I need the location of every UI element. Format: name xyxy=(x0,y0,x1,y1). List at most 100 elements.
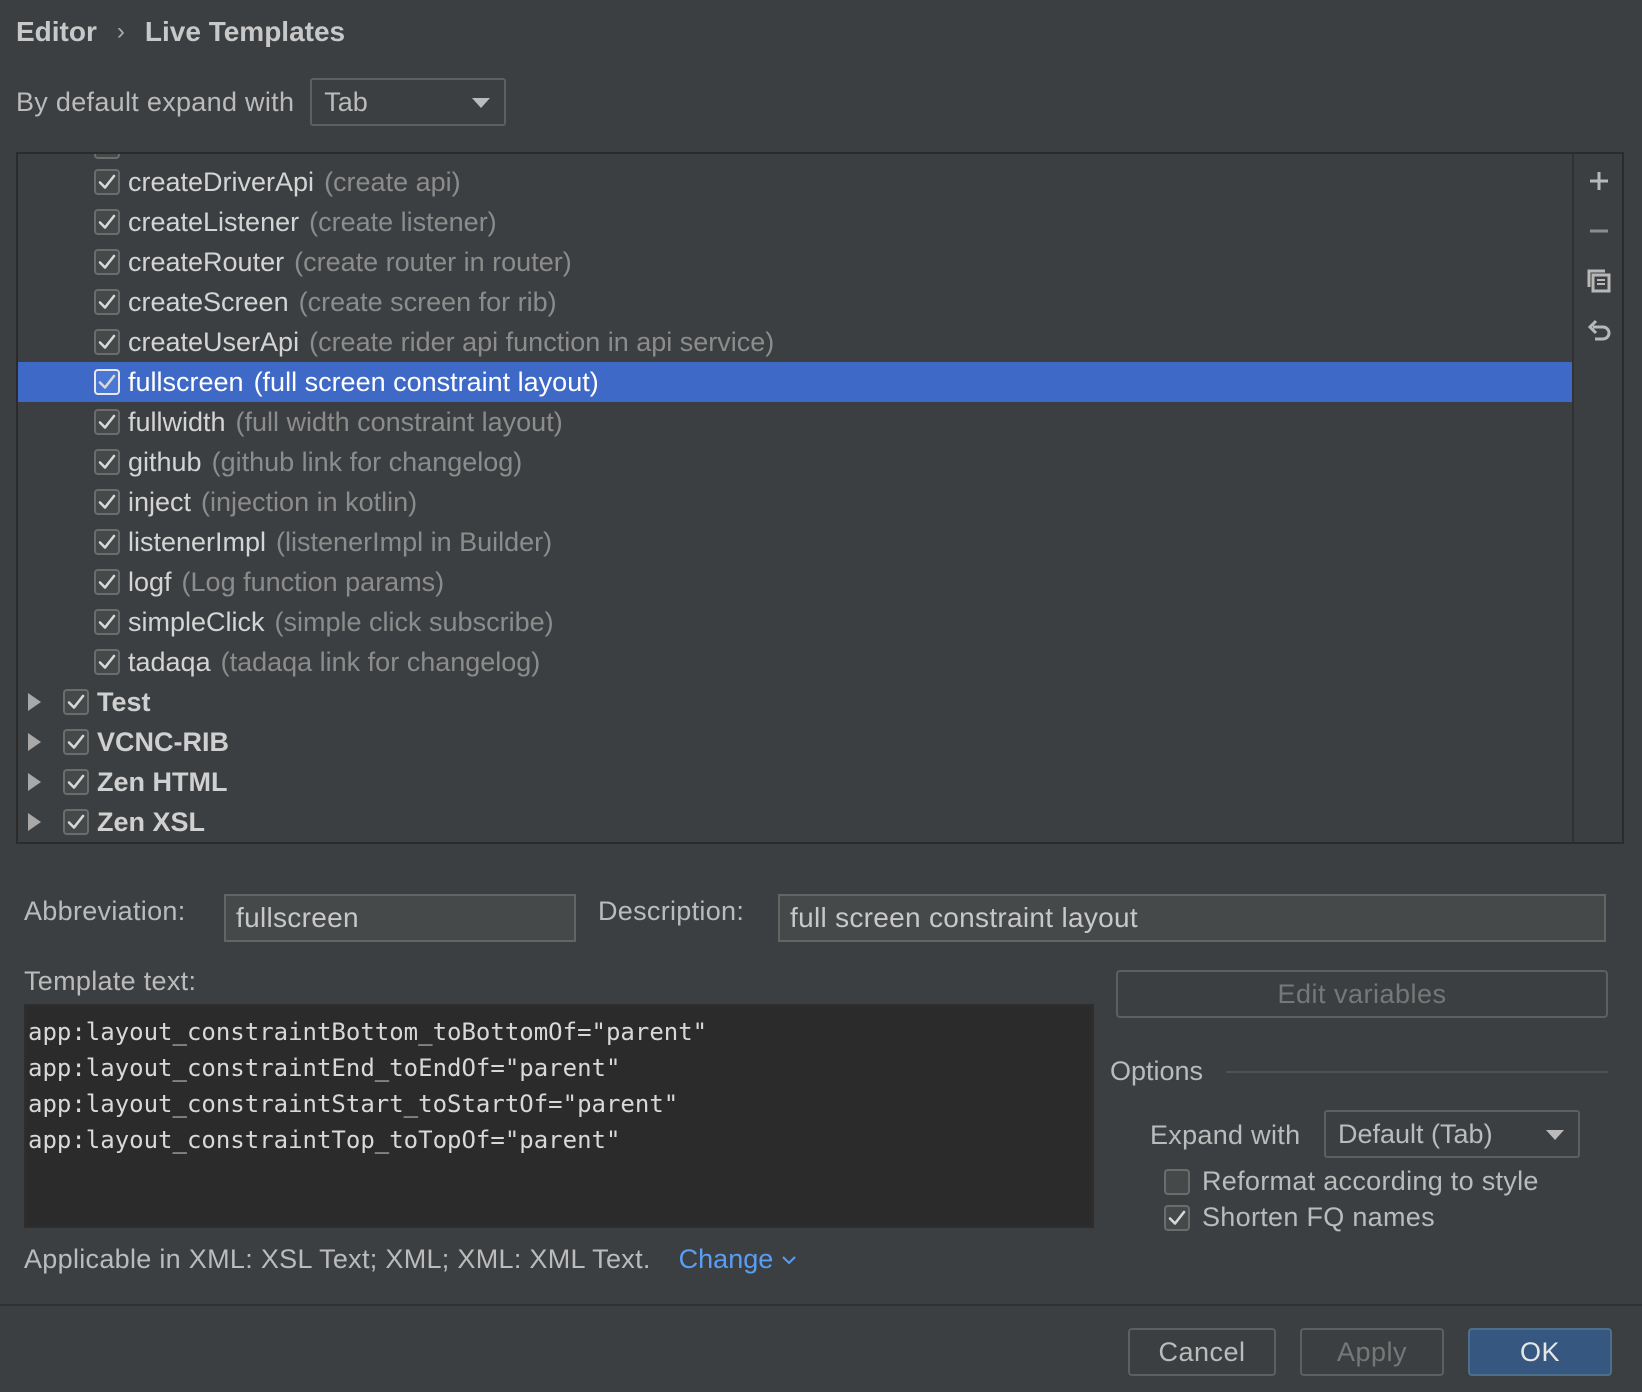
template-checkbox[interactable] xyxy=(94,249,120,275)
template-text-editor[interactable]: app:layout_constraintBottom_toBottomOf="… xyxy=(24,1004,1094,1228)
template-row-fullwidth[interactable]: fullwidth (full width constraint layout) xyxy=(18,402,1572,442)
template-checkbox[interactable] xyxy=(94,169,120,195)
group-row-vcnc-rib[interactable]: VCNC-RIB xyxy=(18,722,1572,762)
default-expand-select[interactable]: Tab xyxy=(310,78,507,126)
template-checkbox[interactable] xyxy=(94,329,120,355)
template-line: app:layout_constraintTop_toTopOf="parent… xyxy=(28,1126,621,1154)
template-checkbox[interactable] xyxy=(94,649,120,675)
template-row-createUserApi[interactable]: createUserApi (create rider api function … xyxy=(18,322,1572,362)
template-name: tadaqa xyxy=(128,646,211,677)
group-row-zen-xsl[interactable]: Zen XSL xyxy=(18,802,1572,842)
group-name: VCNC-RIB xyxy=(97,726,229,757)
applicable-context: Applicable in XML: XSL Text; XML; XML: X… xyxy=(24,1244,797,1275)
reformat-label: Reformat according to style xyxy=(1202,1166,1539,1196)
expand-arrow-icon[interactable] xyxy=(28,773,41,791)
checkbox-icon xyxy=(94,154,120,159)
template-checkbox[interactable] xyxy=(94,569,120,595)
tree-toolbar xyxy=(1572,154,1622,842)
description-value: full screen constraint layout xyxy=(790,902,1138,933)
breadcrumb-live-templates: Live Templates xyxy=(144,16,346,47)
template-description: (create api) xyxy=(324,166,461,197)
template-description: (Log function params) xyxy=(181,566,445,597)
default-expand-label: By default expand with xyxy=(16,86,295,117)
template-description: (create router in router) xyxy=(294,246,572,277)
shorten-option[interactable]: Shorten FQ names xyxy=(1164,1202,1435,1233)
template-row-logf[interactable]: logf (Log function params) xyxy=(18,562,1572,602)
template-name: github xyxy=(128,446,202,477)
ok-button[interactable]: OK xyxy=(1468,1328,1612,1376)
abbreviation-field[interactable]: fullscreen xyxy=(224,894,576,942)
expand-arrow-icon[interactable] xyxy=(28,813,41,831)
remove-icon[interactable] xyxy=(1582,214,1616,248)
copy-icon[interactable] xyxy=(1582,264,1616,298)
apply-label: Apply xyxy=(1336,1336,1408,1367)
group-row-zen-html[interactable]: Zen HTML xyxy=(18,762,1572,802)
edit-variables-button[interactable]: Edit variables xyxy=(1116,970,1608,1018)
template-checkbox[interactable] xyxy=(94,449,120,475)
template-description: (injection in kotlin) xyxy=(201,486,418,517)
template-name: createListener xyxy=(128,206,300,237)
template-row-createListener[interactable]: createListener (create listener) xyxy=(18,202,1572,242)
template-name: fullwidth xyxy=(128,406,226,437)
group-checkbox[interactable] xyxy=(63,689,89,715)
template-checkbox[interactable] xyxy=(94,209,120,235)
template-row-github[interactable]: github (github link for changelog) xyxy=(18,442,1572,482)
template-name: simpleClick xyxy=(128,606,265,637)
reformat-option[interactable]: Reformat according to style xyxy=(1164,1166,1539,1197)
reformat-checkbox[interactable] xyxy=(1164,1168,1190,1195)
template-name: inject xyxy=(128,486,192,517)
group-checkbox[interactable] xyxy=(63,769,89,795)
template-description: (github link for changelog) xyxy=(211,446,523,477)
template-checkbox[interactable] xyxy=(94,609,120,635)
template-row-tadaqa[interactable]: tadaqa (tadaqa link for changelog) xyxy=(18,642,1572,682)
cancel-label: Cancel xyxy=(1158,1336,1246,1367)
applicable-text: Applicable in XML: XSL Text; XML; XML: X… xyxy=(24,1244,651,1274)
template-description: (simple click subscribe) xyxy=(274,606,554,637)
group-name: Zen XSL xyxy=(97,806,206,837)
template-checkbox[interactable] xyxy=(94,289,120,315)
template-description: (full screen constraint layout) xyxy=(253,366,599,397)
template-checkbox[interactable] xyxy=(94,409,120,435)
abbreviation-value: fullscreen xyxy=(236,902,359,933)
ok-label: OK xyxy=(1519,1336,1560,1367)
template-checkbox[interactable] xyxy=(94,489,120,515)
template-line: app:layout_constraintStart_toStartOf="pa… xyxy=(28,1090,679,1118)
group-checkbox[interactable] xyxy=(63,809,89,835)
expand-arrow-icon[interactable] xyxy=(28,693,41,711)
template-row-simpleClick[interactable]: simpleClick (simple click subscribe) xyxy=(18,602,1572,642)
template-row-createDriverApi[interactable]: createDriverApi (create api) xyxy=(18,162,1572,202)
group-row-test[interactable]: Test xyxy=(18,682,1572,722)
chevron-down-icon xyxy=(782,1255,796,1264)
options-divider xyxy=(1226,1071,1608,1073)
apply-button[interactable]: Apply xyxy=(1300,1328,1444,1376)
template-row-fullscreen[interactable]: fullscreen (full screen constraint layout… xyxy=(18,362,1572,402)
breadcrumb-separator: › xyxy=(116,18,125,45)
template-row-createRouter[interactable]: createRouter (create router in router) xyxy=(18,242,1572,282)
template-description: (create rider api function in api servic… xyxy=(309,326,775,357)
template-checkbox[interactable] xyxy=(94,369,120,395)
expand-with-select[interactable]: Default (Tab) xyxy=(1324,1110,1580,1158)
breadcrumb-editor[interactable]: Editor xyxy=(16,16,97,48)
description-field[interactable]: full screen constraint layout xyxy=(778,894,1606,942)
expand-arrow-icon[interactable] xyxy=(28,733,41,751)
chevron-down-icon xyxy=(1546,1130,1564,1140)
template-row-listenerImpl[interactable]: listenerImpl (listenerImpl in Builder) xyxy=(18,522,1572,562)
template-name: createDriverApi xyxy=(128,166,315,197)
template-row-createScreen[interactable]: createScreen (create screen for rib) xyxy=(18,282,1572,322)
template-row-inject[interactable]: inject (injection in kotlin) xyxy=(18,482,1572,522)
template-description: (full width constraint layout) xyxy=(235,406,563,437)
template-name: listenerImpl xyxy=(128,526,267,557)
change-link[interactable]: Change xyxy=(679,1244,774,1275)
templates-list[interactable]: createDriverApi (create api) createListene… xyxy=(18,154,1572,842)
default-expand-row: By default expand with Tab xyxy=(16,78,507,126)
chevron-down-icon xyxy=(472,98,491,108)
template-checkbox[interactable] xyxy=(94,529,120,555)
add-icon[interactable] xyxy=(1582,164,1616,198)
restore-icon[interactable] xyxy=(1582,314,1616,348)
template-name: createScreen xyxy=(128,286,289,317)
group-checkbox[interactable] xyxy=(63,729,89,755)
description-label: Description: xyxy=(598,896,745,926)
cancel-button[interactable]: Cancel xyxy=(1128,1328,1276,1376)
template-name: fullscreen xyxy=(128,366,244,397)
shorten-fq-checkbox[interactable] xyxy=(1164,1204,1190,1231)
